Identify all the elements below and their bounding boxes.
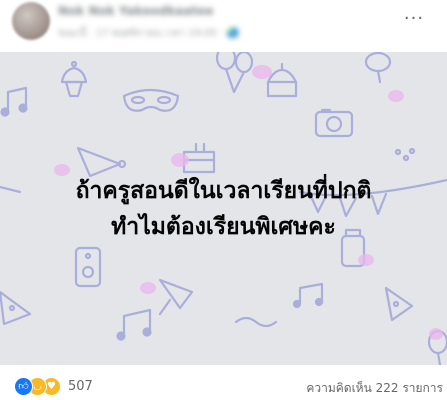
party-hat-icon	[76, 146, 127, 178]
lollipop-icon	[364, 52, 392, 84]
reaction-count[interactable]: 507	[68, 379, 93, 394]
post-meta: ขณะนี้ · 17 พฤศจิกายน เวลา 19:05 · 🌏	[58, 28, 239, 39]
post-header: Nok Nok Yakoodkaatee ขณะนี้ · 17 พฤศจิกา…	[0, 0, 447, 52]
music-note-icon	[116, 308, 152, 341]
party-pattern-background	[0, 52, 447, 365]
reactions-summary[interactable]: 👍︎ ◡ ♥ 507	[14, 376, 93, 396]
author-avatar[interactable]	[12, 2, 50, 40]
music-note-icon	[0, 86, 28, 117]
author-name[interactable]: Nok Nok Yakoodkaatee	[58, 4, 214, 18]
bunting-icon	[0, 178, 447, 218]
more-options-button[interactable]: ···	[398, 6, 430, 30]
camera-icon	[314, 108, 354, 138]
speaker-icon	[74, 246, 102, 288]
comments-count-link[interactable]: ความคิดเห็น 222 รายการ	[306, 379, 443, 398]
like-reaction-icon: 👍︎	[14, 376, 33, 396]
cupcake-icon	[60, 60, 88, 98]
post-background-card: ถ้าครูสอนดีในเวลาเรียนที่ปกติ ทำไมต้องเร…	[0, 52, 447, 365]
music-note-icon	[292, 282, 324, 309]
post-footer: 👍︎ ◡ ♥ 507 ความคิดเห็น 222 รายการ	[0, 365, 447, 400]
cake-icon	[266, 62, 298, 98]
pizza-slice-icon	[0, 290, 32, 326]
party-mask-icon	[122, 88, 180, 112]
pizza-slice-icon	[384, 286, 414, 322]
ice-cream-icon	[158, 278, 194, 316]
balloon-icon	[215, 52, 254, 94]
